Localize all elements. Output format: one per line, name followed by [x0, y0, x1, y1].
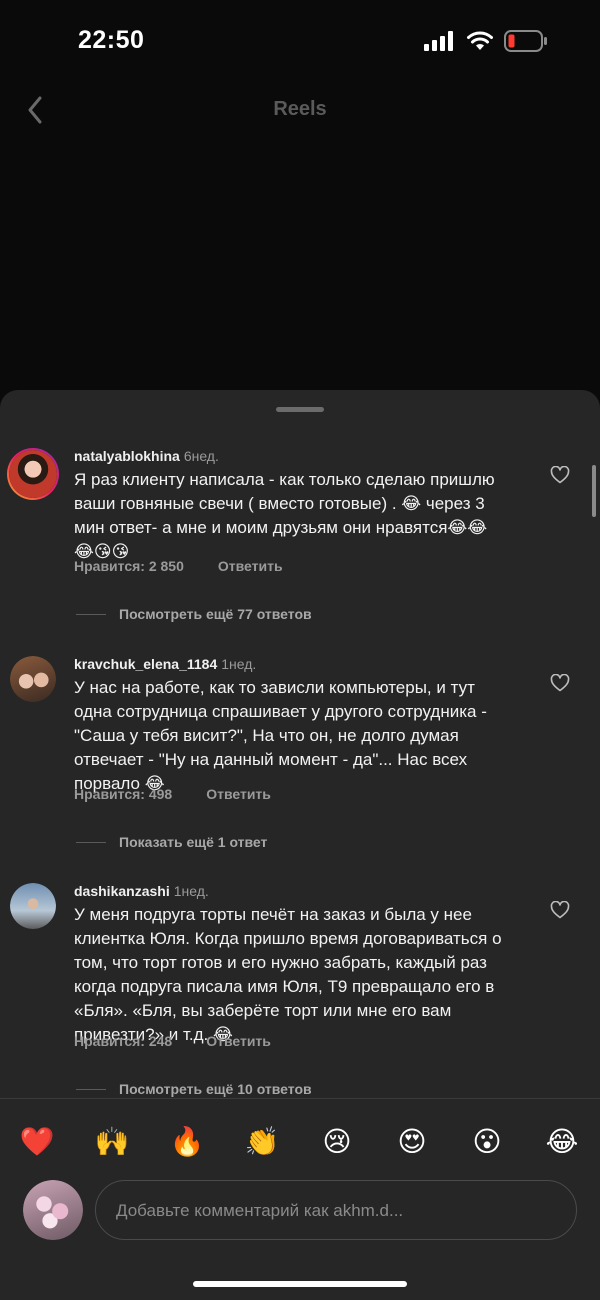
replies-divider [76, 841, 106, 843]
like-heart-icon[interactable] [550, 674, 570, 692]
my-avatar [23, 1180, 83, 1240]
likes-count[interactable]: Нравится: 498 [74, 786, 172, 802]
comments-list[interactable]: natalyablokhina 6нед. Я раз клиенту напис… [0, 390, 600, 1098]
comments-sheet: natalyablokhina 6нед. Я раз клиенту напис… [0, 390, 600, 1300]
avatar[interactable] [10, 883, 56, 929]
emoji-crying-button[interactable]: 😢 [319, 1125, 355, 1158]
comment-time: 1нед. [221, 656, 257, 672]
replies-divider [76, 1088, 106, 1090]
view-replies-label: Показать ещё 1 ответ [119, 834, 268, 850]
replies-divider [76, 613, 106, 615]
avatar[interactable] [7, 448, 59, 500]
emoji-raised-hands-button[interactable]: 🙌 [94, 1125, 130, 1158]
status-time: 22:50 [78, 26, 145, 54]
emoji-surprised-button[interactable]: 😮 [469, 1125, 505, 1158]
comment-meta: Нравится: 2 850 Ответить [74, 558, 317, 574]
page-title: Reels [273, 98, 327, 120]
likes-count[interactable]: Нравится: 2 850 [74, 558, 184, 574]
like-heart-icon[interactable] [550, 466, 570, 484]
emoji-reaction-bar: ❤️ 🙌 🔥 👏 😢 😍 😮 😂 [0, 1098, 600, 1179]
comment-username[interactable]: kravchuk_elena_1184 [74, 656, 217, 672]
like-heart-icon[interactable] [550, 901, 570, 919]
wifi-icon [467, 31, 493, 50]
comment-text: У меня подруга торты печёт на заказ и бы… [74, 905, 502, 1044]
avatar[interactable] [10, 656, 56, 702]
reply-button[interactable]: Ответить [218, 558, 283, 574]
view-replies-button[interactable]: Показать ещё 1 ответ [76, 834, 267, 850]
signal-icon [424, 31, 453, 51]
view-replies-label: Посмотреть ещё 77 ответов [119, 606, 312, 622]
view-replies-button[interactable]: Посмотреть ещё 77 ответов [76, 606, 312, 622]
reply-button[interactable]: Ответить [206, 786, 271, 802]
emoji-heart-eyes-button[interactable]: 😍 [394, 1125, 430, 1158]
comment-header: kravchuk_elena_1184 1нед. [74, 656, 256, 672]
status-icons [424, 30, 548, 52]
comment-text: Я раз клиенту написала - как только сдел… [74, 470, 495, 561]
header: Reels [0, 80, 600, 140]
scrollbar[interactable] [592, 465, 596, 517]
view-replies-button[interactable]: Посмотреть ещё 10 ответов [76, 1081, 312, 1097]
comment-username[interactable]: dashikanzashi [74, 883, 170, 899]
comment-username[interactable]: natalyablokhina [74, 448, 180, 464]
comment-time: 1нед. [173, 883, 209, 899]
likes-count[interactable]: Нравится: 248 [74, 1033, 172, 1049]
comment-input-container[interactable] [95, 1180, 577, 1241]
comment-header: dashikanzashi 1нед. [74, 883, 209, 899]
home-indicator[interactable] [193, 1281, 407, 1287]
emoji-heart-button[interactable]: ❤️ [19, 1125, 55, 1158]
comment-input[interactable] [114, 1181, 558, 1241]
comment-text: У нас на работе, как то зависли компьюте… [74, 678, 487, 793]
comment-input-row [0, 1178, 600, 1258]
emoji-clap-button[interactable]: 👏 [244, 1125, 280, 1158]
comment-meta: Нравится: 498 Ответить [74, 786, 305, 802]
reply-button[interactable]: Ответить [206, 1033, 271, 1049]
battery-low-icon [504, 30, 547, 52]
comment-meta: Нравится: 248 Ответить [74, 1033, 305, 1049]
view-replies-label: Посмотреть ещё 10 ответов [119, 1081, 312, 1097]
status-bar: 22:50 [0, 0, 600, 80]
emoji-fire-button[interactable]: 🔥 [169, 1125, 205, 1158]
comment-time: 6нед. [183, 448, 219, 464]
emoji-laughing-button[interactable]: 😂 [544, 1125, 580, 1158]
comment-header: natalyablokhina 6нед. [74, 448, 219, 464]
